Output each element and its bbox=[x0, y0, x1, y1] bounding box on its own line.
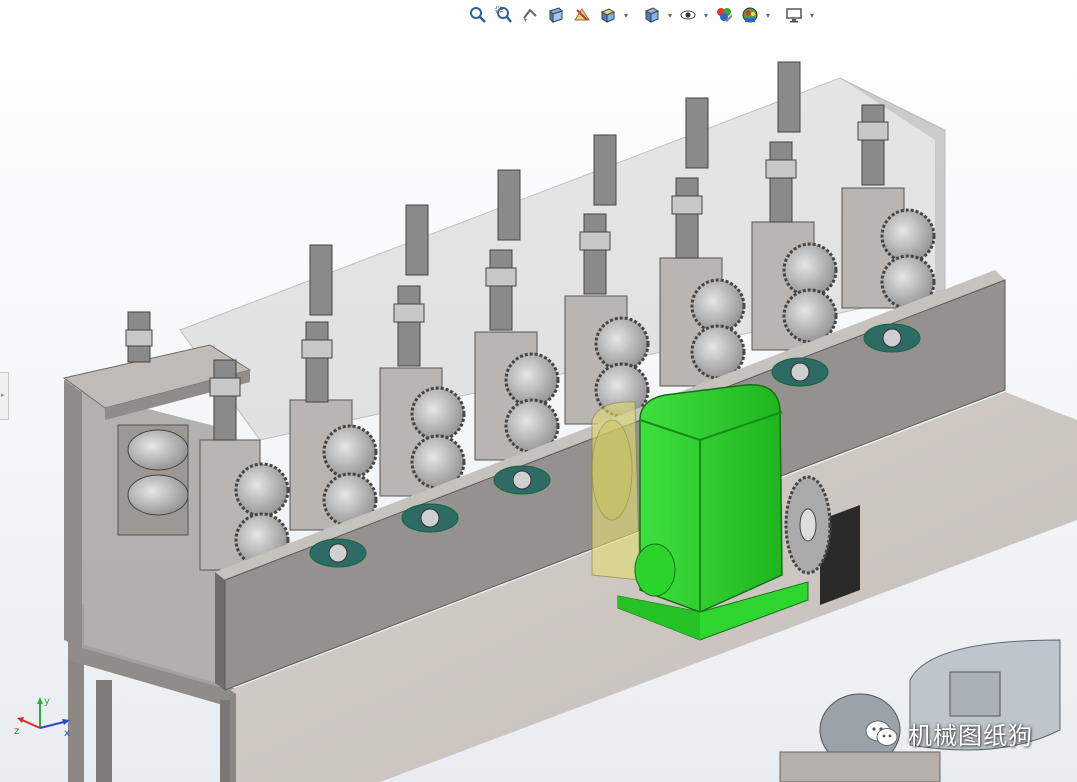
triad-x-label: x bbox=[64, 728, 70, 738]
zoom-to-area-icon[interactable] bbox=[492, 3, 516, 27]
watermark: 机械图纸狗 bbox=[864, 716, 1033, 751]
view-settings-icon[interactable] bbox=[782, 3, 806, 27]
collapse-arrow-icon: ▸ bbox=[1, 391, 5, 399]
panel-collapse-handle[interactable]: ▸ bbox=[0, 372, 9, 420]
bearing-5 bbox=[863, 323, 921, 353]
roll-forming-machine-model[interactable] bbox=[0, 0, 1077, 782]
watermark-text: 机械图纸狗 bbox=[908, 722, 1033, 750]
heads-up-view-toolbar: ▾ ▾ ▾ ▾ ▾ bbox=[466, 2, 816, 28]
section-view-icon[interactable] bbox=[544, 3, 568, 27]
display-style-dropdown-icon[interactable]: ▾ bbox=[666, 3, 674, 27]
electric-motor bbox=[779, 639, 1061, 782]
view-settings-dropdown-icon[interactable]: ▾ bbox=[808, 3, 816, 27]
display-style-icon[interactable] bbox=[640, 3, 664, 27]
triad-y-label: y bbox=[44, 696, 50, 707]
dynamic-annotation-icon[interactable] bbox=[570, 3, 594, 27]
bearing-1 bbox=[309, 538, 367, 568]
coupling bbox=[591, 401, 641, 581]
gear-reducer bbox=[617, 383, 809, 641]
previous-view-icon[interactable] bbox=[518, 3, 542, 27]
bearing-3 bbox=[493, 465, 551, 495]
apply-scene-dropdown-icon[interactable]: ▾ bbox=[764, 3, 772, 27]
view-orientation-dropdown-icon[interactable]: ▾ bbox=[622, 3, 630, 27]
leftmost-screw bbox=[125, 311, 153, 363]
graphics-area[interactable]: ▾ ▾ ▾ ▾ ▾ ▸ y x z 机械图纸狗 bbox=[0, 0, 1077, 782]
zoom-to-fit-icon[interactable] bbox=[466, 3, 490, 27]
hide-show-items-icon[interactable] bbox=[676, 3, 700, 27]
triad-z-label: z bbox=[14, 726, 19, 737]
sprocket bbox=[784, 475, 832, 575]
apply-scene-icon[interactable] bbox=[738, 3, 762, 27]
wechat-icon bbox=[865, 720, 898, 746]
hide-show-dropdown-icon[interactable]: ▾ bbox=[702, 3, 710, 27]
bearing-2 bbox=[401, 503, 459, 533]
bearing-4 bbox=[771, 357, 829, 387]
edit-appearance-icon[interactable] bbox=[712, 3, 736, 27]
reference-triad: y x z bbox=[14, 696, 70, 738]
view-orientation-icon[interactable] bbox=[596, 3, 620, 27]
